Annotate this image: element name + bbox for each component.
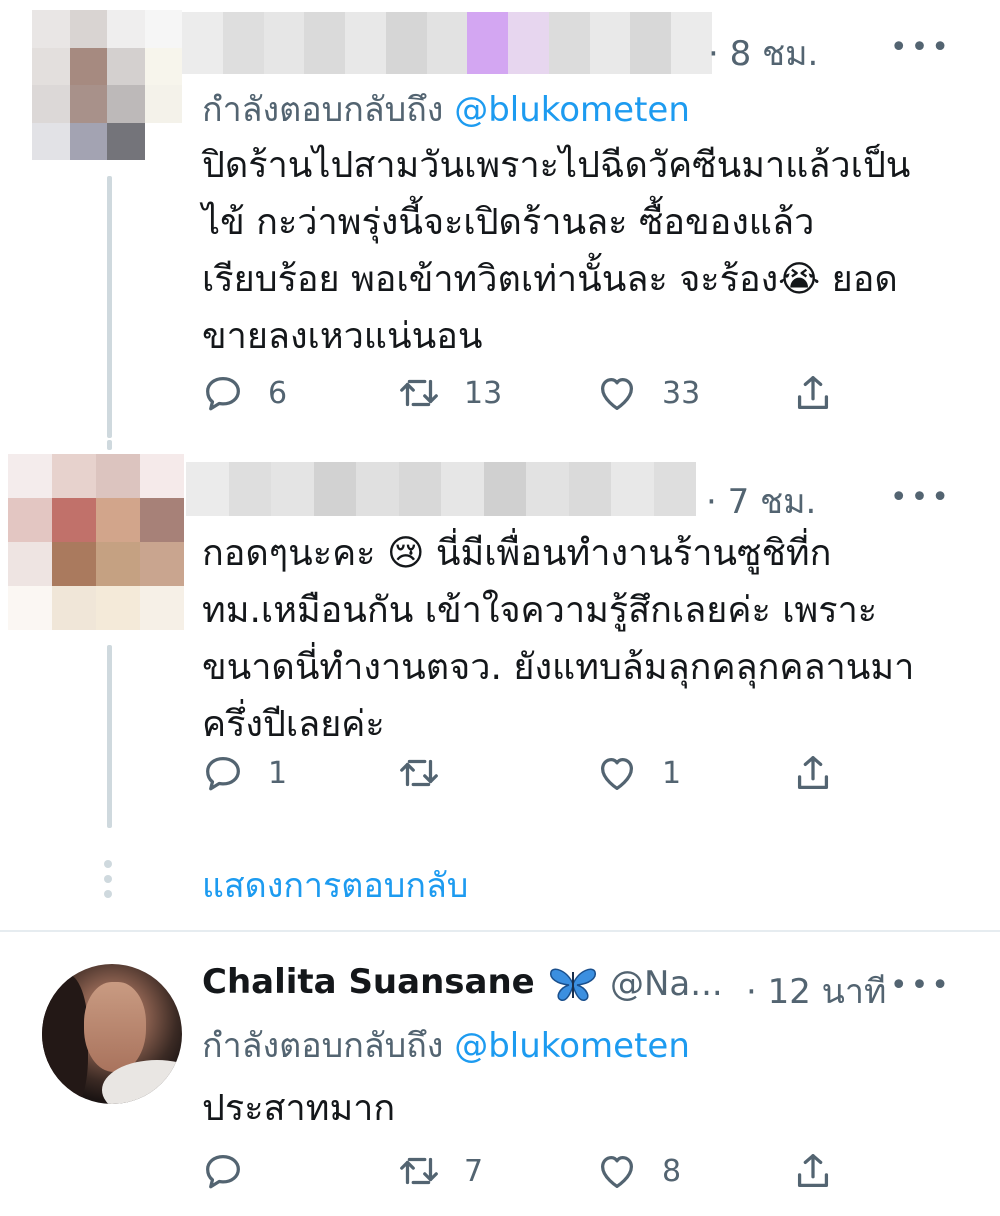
- replying-to-handle[interactable]: @blukometen: [454, 90, 690, 130]
- tweet-2[interactable]: · 7 ชม. ••• กอดๆนะคะ 😢 นี่มีเพื่อนทำงานร…: [0, 440, 1000, 835]
- replying-to-label: กำลังตอบกลับถึง: [202, 90, 444, 130]
- reply-button[interactable]: 1: [200, 750, 287, 796]
- avatar[interactable]: [32, 10, 182, 160]
- replying-to: กำลังตอบกลับถึง @blukometen: [202, 1018, 690, 1072]
- thread-line: [107, 176, 112, 438]
- more-replies-dots-icon: [104, 860, 112, 898]
- display-name[interactable]: Chalita Suansane: [202, 962, 599, 1004]
- like-count: 8: [662, 1153, 682, 1189]
- retweet-button[interactable]: 13: [396, 370, 502, 416]
- share-icon: [797, 376, 829, 410]
- retweet-count: 7: [464, 1153, 484, 1189]
- reply-icon: [206, 376, 240, 411]
- share-button[interactable]: [790, 750, 836, 796]
- timestamp[interactable]: · 8 ชม.: [708, 26, 818, 80]
- heart-icon: [600, 1155, 634, 1188]
- reply-button[interactable]: [200, 1148, 268, 1194]
- tweet-actions: 6 13 33: [200, 370, 850, 420]
- share-button[interactable]: [790, 1148, 836, 1194]
- blurred-username: [186, 462, 696, 516]
- blurred-username: [182, 12, 712, 74]
- tweet-1[interactable]: · 8 ชม. ••• กำลังตอบกลับถึง @blukometen …: [0, 0, 1000, 440]
- replying-to-label: กำลังตอบกลับถึง: [202, 1026, 444, 1066]
- share-icon: [797, 756, 829, 790]
- avatar[interactable]: [8, 454, 184, 630]
- more-options-icon[interactable]: •••: [890, 480, 952, 515]
- more-options-icon[interactable]: •••: [890, 30, 952, 65]
- reply-button[interactable]: 6: [200, 370, 287, 416]
- reply-icon: [206, 1154, 240, 1189]
- more-options-icon[interactable]: •••: [890, 968, 952, 1003]
- retweet-button[interactable]: 7: [396, 1148, 483, 1194]
- retweet-button[interactable]: [396, 750, 464, 796]
- replying-to: กำลังตอบกลับถึง @blukometen: [202, 82, 690, 136]
- show-replies-link[interactable]: แสดงการตอบกลับ: [202, 858, 468, 912]
- user-handle[interactable]: @Na...: [610, 964, 723, 1004]
- tweet-actions: 7 8: [200, 1148, 850, 1198]
- share-button[interactable]: [790, 370, 836, 416]
- heart-icon: [600, 757, 634, 790]
- like-count: 33: [662, 375, 701, 411]
- tweet-text: ประสาทมาก: [202, 1088, 396, 1129]
- share-icon: [797, 1154, 829, 1188]
- retweet-icon: [400, 379, 438, 407]
- butterfly-icon: [549, 968, 596, 1001]
- timestamp[interactable]: · 12 นาที: [746, 964, 886, 1018]
- thread-line: [107, 645, 112, 828]
- tweet-text: กอดๆนะคะ 😢 นี่มีเพื่อนทำงานร้านซูชิที่ก …: [202, 533, 915, 745]
- like-button[interactable]: 8: [594, 1148, 681, 1194]
- reply-count: 6: [268, 375, 288, 411]
- tweet-3[interactable]: Chalita Suansane @Na... · 12 นาที ••• กำ…: [0, 932, 1000, 1216]
- timestamp[interactable]: · 7 ชม.: [706, 474, 816, 528]
- retweet-icon: [400, 1157, 438, 1185]
- avatar[interactable]: [42, 964, 182, 1104]
- like-count: 1: [662, 755, 682, 791]
- like-button[interactable]: 1: [594, 750, 681, 796]
- like-button[interactable]: 33: [594, 370, 700, 416]
- reply-count: 1: [268, 755, 288, 791]
- thread-line: [107, 440, 112, 450]
- retweet-icon: [400, 759, 438, 787]
- display-name-text: Chalita Suansane: [202, 962, 535, 1002]
- tweet-actions: 1 1: [200, 750, 850, 800]
- reply-icon: [206, 756, 240, 791]
- tweet-text: ปิดร้านไปสามวันเพราะไปฉีดวัคซีนมาแล้วเป็…: [202, 145, 911, 357]
- retweet-count: 13: [464, 375, 503, 411]
- heart-icon: [600, 377, 634, 410]
- replying-to-handle[interactable]: @blukometen: [454, 1026, 690, 1066]
